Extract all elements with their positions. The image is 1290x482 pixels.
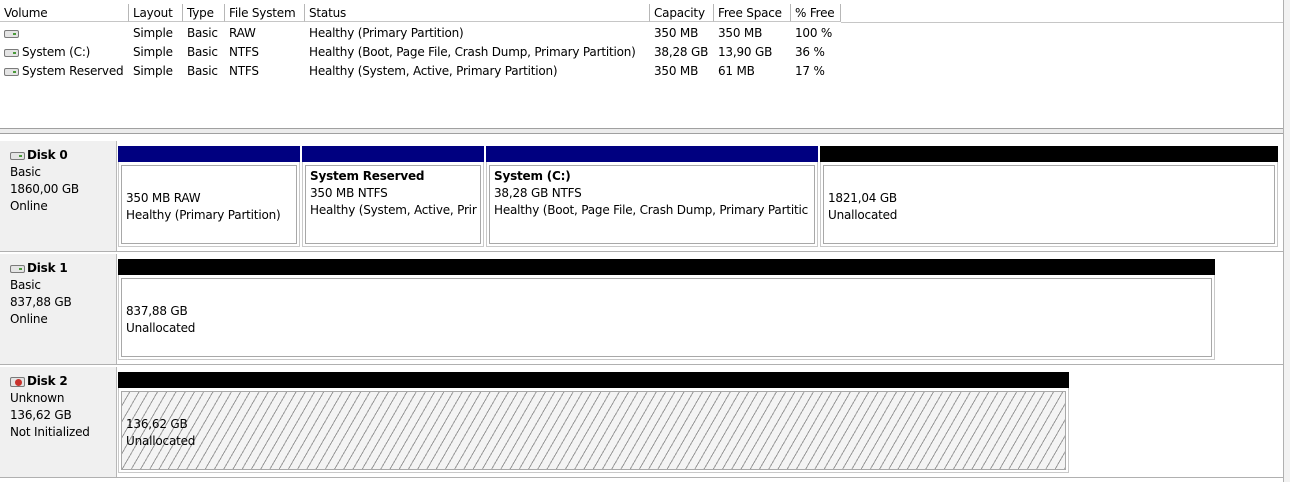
partition-size: 350 MB RAW — [126, 191, 201, 205]
volume-layout: Simple — [133, 64, 173, 78]
volume-layout: Simple — [133, 26, 173, 40]
disk-label[interactable]: Disk 0 Basic 1860,00 GB Online — [0, 141, 117, 251]
unallocated-block[interactable]: 136,62 GB Unallocated — [118, 372, 1069, 473]
disk-name: Disk 2 — [27, 374, 68, 388]
volume-icon — [4, 30, 19, 38]
volume-icon — [4, 49, 19, 57]
volume-file-system: NTFS — [229, 45, 259, 59]
volume-type: Basic — [187, 45, 218, 59]
disk-icon — [10, 264, 25, 273]
volume-layout: Simple — [133, 45, 173, 59]
volume-free-space: 61 MB — [718, 64, 755, 78]
partition-block[interactable]: System (C:) 38,28 GB NTFS Healthy (Boot,… — [486, 146, 818, 247]
partition-bar — [486, 146, 818, 162]
column-header-percent-free[interactable]: % Free — [791, 4, 841, 22]
column-header-capacity[interactable]: Capacity — [650, 4, 714, 22]
disk-state: Online — [10, 312, 48, 326]
partition-size: 136,62 GB — [126, 417, 188, 431]
partition-bar — [118, 259, 1215, 275]
partition-status: Healthy (System, Active, Prir — [310, 203, 477, 217]
volume-file-system: RAW — [229, 26, 256, 40]
partition-status: Unallocated — [126, 434, 196, 448]
column-header-layout[interactable]: Layout — [129, 4, 183, 22]
partition-bar — [118, 146, 300, 162]
partition-title: System (C:) — [494, 169, 571, 183]
disk-state: Not Initialized — [10, 425, 90, 439]
partition-status: Unallocated — [828, 208, 898, 222]
partition-bar — [820, 146, 1278, 162]
partition-size: 350 MB NTFS — [310, 186, 388, 200]
volume-percent-free: 100 % — [795, 26, 833, 40]
column-header-status[interactable]: Status — [305, 4, 650, 22]
volume-status: Healthy (Boot, Page File, Crash Dump, Pr… — [309, 45, 636, 59]
partition-size: 38,28 GB NTFS — [494, 186, 582, 200]
partition-size: 837,88 GB — [126, 304, 188, 318]
volume-list[interactable]: Volume Layout Type File System Status Ca… — [0, 0, 1284, 128]
volume-row[interactable]: System (C:) Simple Basic NTFS Healthy (B… — [0, 43, 1283, 62]
disk-state: Online — [10, 199, 48, 213]
partition-bar — [302, 146, 484, 162]
volume-status: Healthy (Primary Partition) — [309, 26, 464, 40]
volume-capacity: 38,28 GB — [654, 45, 709, 59]
volume-capacity: 350 MB — [654, 64, 699, 78]
column-header-filler — [841, 4, 1283, 23]
unallocated-block[interactable]: 837,88 GB Unallocated — [118, 259, 1215, 360]
disk-row-0[interactable]: Disk 0 Basic 1860,00 GB Online 350 MB RA… — [0, 141, 1283, 252]
column-header-free-space[interactable]: Free Space — [714, 4, 791, 22]
disk-name: Disk 0 — [27, 148, 68, 162]
disk-label[interactable]: Disk 2 Unknown 136,62 GB Not Initialized — [0, 367, 117, 477]
column-header-type[interactable]: Type — [183, 4, 225, 22]
partition-bar — [118, 372, 1069, 388]
volume-capacity: 350 MB — [654, 26, 699, 40]
disk-name: Disk 1 — [27, 261, 68, 275]
disk-error-icon — [10, 376, 25, 387]
disk-size: 136,62 GB — [10, 408, 72, 422]
disk-row-1[interactable]: Disk 1 Basic 837,88 GB Online 837,88 GB … — [0, 254, 1283, 365]
volume-name: System (C:) — [22, 45, 91, 59]
disk-icon — [10, 151, 25, 160]
volume-row[interactable]: Simple Basic RAW Healthy (Primary Partit… — [0, 24, 1283, 43]
partition-size: 1821,04 GB — [828, 191, 897, 205]
unallocated-block[interactable]: 1821,04 GB Unallocated — [820, 146, 1278, 247]
volume-type: Basic — [187, 64, 218, 78]
column-header-volume[interactable]: Volume — [0, 4, 129, 22]
disk-type: Basic — [10, 278, 41, 292]
volume-free-space: 350 MB — [718, 26, 763, 40]
volume-icon — [4, 68, 19, 76]
column-header-file-system[interactable]: File System — [225, 4, 305, 22]
disk-type: Basic — [10, 165, 41, 179]
partition-title: System Reserved — [310, 169, 425, 183]
partition-status: Healthy (Primary Partition) — [126, 208, 281, 222]
partition-block[interactable]: 350 MB RAW Healthy (Primary Partition) — [118, 146, 300, 247]
partition-block[interactable]: System Reserved 350 MB NTFS Healthy (Sys… — [302, 146, 484, 247]
pane-splitter[interactable] — [0, 128, 1284, 134]
vertical-scrollbar[interactable] — [1283, 0, 1290, 482]
volume-name: System Reserved — [22, 64, 124, 78]
disk-row-2[interactable]: Disk 2 Unknown 136,62 GB Not Initialized… — [0, 367, 1283, 478]
disk-size: 1860,00 GB — [10, 182, 79, 196]
volume-file-system: NTFS — [229, 64, 259, 78]
disk-size: 837,88 GB — [10, 295, 72, 309]
disk-label[interactable]: Disk 1 Basic 837,88 GB Online — [0, 254, 117, 364]
volume-type: Basic — [187, 26, 218, 40]
partition-status: Healthy (Boot, Page File, Crash Dump, Pr… — [494, 203, 808, 217]
volume-percent-free: 36 % — [795, 45, 825, 59]
volume-percent-free: 17 % — [795, 64, 825, 78]
volume-status: Healthy (System, Active, Primary Partiti… — [309, 64, 558, 78]
disk-type: Unknown — [10, 391, 65, 405]
volume-row[interactable]: System Reserved Simple Basic NTFS Health… — [0, 62, 1283, 81]
partition-status: Unallocated — [126, 321, 196, 335]
volume-free-space: 13,90 GB — [718, 45, 773, 59]
